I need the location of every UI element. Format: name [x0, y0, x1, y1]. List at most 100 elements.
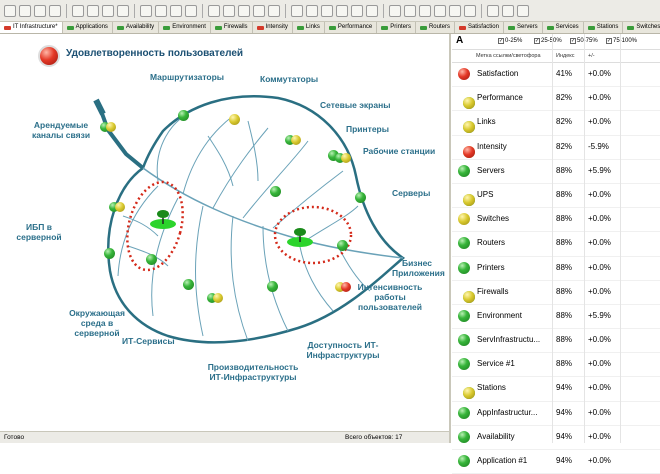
performance-status-light[interactable]	[207, 292, 223, 304]
tab-stations[interactable]: Stations	[584, 22, 624, 33]
delete-icon[interactable]	[117, 4, 129, 17]
table-row[interactable]: Firewalls 88% +0.0%	[452, 281, 660, 305]
table-row[interactable]: Printers 88% +0.0%	[452, 257, 660, 281]
window-icon[interactable]	[502, 4, 514, 17]
tab-switches[interactable]: Switches	[623, 22, 660, 33]
leaf-stem-tip	[93, 98, 106, 116]
properties-icon[interactable]	[389, 4, 401, 17]
new-icon[interactable]	[4, 4, 16, 17]
tab-intensity[interactable]: Intensity	[253, 22, 293, 33]
satisfaction-status-light[interactable]	[38, 45, 60, 67]
filter-25-50[interactable]: ✓25-50%	[534, 38, 562, 44]
back-icon[interactable]	[140, 4, 152, 17]
table-row[interactable]: Application #1 94% +0.0%	[452, 450, 660, 474]
row-name: ServInfrastructu...	[477, 335, 541, 345]
page-icon[interactable]	[155, 4, 167, 17]
tab-servers[interactable]: Servers	[504, 22, 543, 33]
label-environment: Окружающая среда в серверной	[69, 308, 125, 338]
pages-icon[interactable]	[170, 4, 182, 17]
cut-icon[interactable]	[72, 4, 84, 17]
export-icon[interactable]	[464, 4, 476, 17]
leaf-map: Удовлетворенность пользователей Маршрути…	[8, 36, 446, 428]
edit-icon[interactable]	[49, 4, 61, 17]
table-row[interactable]: AppInfastructur... 94% +0.0%	[452, 402, 660, 426]
document-icon[interactable]	[185, 4, 197, 17]
tab-satisfaction[interactable]: Satisfaction	[455, 22, 504, 33]
brush-icon[interactable]	[306, 4, 318, 17]
tab-label: Routers	[428, 24, 450, 30]
services-status-light[interactable]	[146, 254, 157, 265]
open-icon[interactable]	[19, 4, 31, 17]
servers-status-light[interactable]	[355, 192, 366, 203]
font-size-icon[interactable]: A	[456, 35, 463, 46]
settings-icon[interactable]	[487, 4, 499, 17]
tab-printers[interactable]: Printers	[377, 22, 416, 33]
table-row[interactable]: ServInfrastructu... 88% +0.0%	[452, 329, 660, 354]
tab-routers[interactable]: Routers	[416, 22, 455, 33]
intensity-status-light[interactable]	[335, 281, 351, 293]
table-row[interactable]: Links 82% +0.0%	[452, 111, 660, 136]
copy-icon[interactable]	[87, 4, 99, 17]
column-index-header[interactable]: Индекс	[556, 53, 574, 59]
row-index: 82%	[556, 93, 573, 103]
column-name-header[interactable]: Метка ссылки/светофора	[476, 53, 541, 59]
application-status-light[interactable]	[337, 240, 348, 251]
table-row[interactable]: Switches 88% +0.0%	[452, 208, 660, 233]
wizard-icon[interactable]	[208, 4, 220, 17]
environment-status-light[interactable]	[104, 248, 115, 259]
table-row[interactable]: Service #1 88% +0.0%	[452, 353, 660, 378]
label-routers: Маршрутизаторы	[150, 72, 225, 82]
tab-availability[interactable]: Availability	[113, 22, 160, 33]
table-row[interactable]: Environment 88% +5.9%	[452, 305, 660, 330]
table-row[interactable]: UPS 88% +0.0%	[452, 184, 660, 209]
leased-channels-status-light[interactable]	[100, 121, 116, 133]
toolbar-separator	[134, 3, 135, 18]
table-row[interactable]: Routers 88% +0.0%	[452, 232, 660, 257]
filter-75-100[interactable]: ✓ 75-100%	[606, 38, 637, 44]
availability-status-light[interactable]	[267, 281, 278, 292]
table-row[interactable]: Satisfaction 41% +0.0%	[452, 63, 660, 88]
text-icon[interactable]	[351, 4, 363, 17]
tab-applications[interactable]: Applications	[63, 22, 113, 33]
refresh-icon[interactable]	[434, 4, 446, 17]
table-row[interactable]: Stations 94% +0.0%	[452, 377, 660, 402]
it-services-status-light[interactable]	[183, 279, 194, 290]
traffic-light-icon[interactable]	[419, 4, 431, 17]
table-row[interactable]: Availability 94% +0.0%	[452, 426, 660, 450]
link-icon[interactable]	[268, 4, 280, 17]
switches-status-light[interactable]	[229, 114, 240, 125]
monitor-icon[interactable]	[449, 4, 461, 17]
panel-splitter[interactable]	[449, 34, 451, 443]
tab-status-icon	[627, 25, 635, 30]
tab-it-infrastructure[interactable]: IT Infrastructure*	[0, 22, 63, 33]
tab-links[interactable]: Links	[293, 22, 325, 33]
table-row[interactable]: Servers 88% +5.9%	[452, 160, 660, 184]
save-icon[interactable]	[34, 4, 46, 17]
tab-services[interactable]: Services	[543, 22, 584, 33]
tab-performance[interactable]: Performance	[325, 22, 378, 33]
table-row[interactable]: Performance 82% +0.0%	[452, 87, 660, 112]
workstations-status-light[interactable]	[335, 152, 351, 164]
column-divider	[620, 34, 621, 443]
help-icon[interactable]	[517, 4, 529, 17]
grid-icon[interactable]	[238, 4, 250, 17]
chart-icon[interactable]	[253, 4, 265, 17]
table-icon[interactable]	[223, 4, 235, 17]
tab-environment[interactable]: Environment	[159, 22, 211, 33]
routers-status-light[interactable]	[178, 110, 189, 121]
connector-icon[interactable]	[321, 4, 333, 17]
stations-status-light[interactable]	[270, 186, 281, 197]
table-row[interactable]: Intensity 82% -5.9%	[452, 136, 660, 160]
paste-icon[interactable]	[102, 4, 114, 17]
filter-0-25[interactable]: ✓ 0-25%	[498, 38, 522, 44]
pen-icon[interactable]	[291, 4, 303, 17]
shape-icon[interactable]	[336, 4, 348, 17]
bulb-icon[interactable]	[404, 4, 416, 17]
tab-firewalls[interactable]: Firewalls	[211, 22, 253, 33]
label-performance: Производительность ИТ-Инфраструктуры	[207, 362, 299, 382]
firewalls-status-light[interactable]	[285, 134, 301, 146]
filter-icon[interactable]	[366, 4, 378, 17]
column-delta-header[interactable]: +/-	[588, 53, 595, 59]
tab-status-icon	[546, 25, 554, 30]
ups-status-light[interactable]	[109, 201, 125, 213]
